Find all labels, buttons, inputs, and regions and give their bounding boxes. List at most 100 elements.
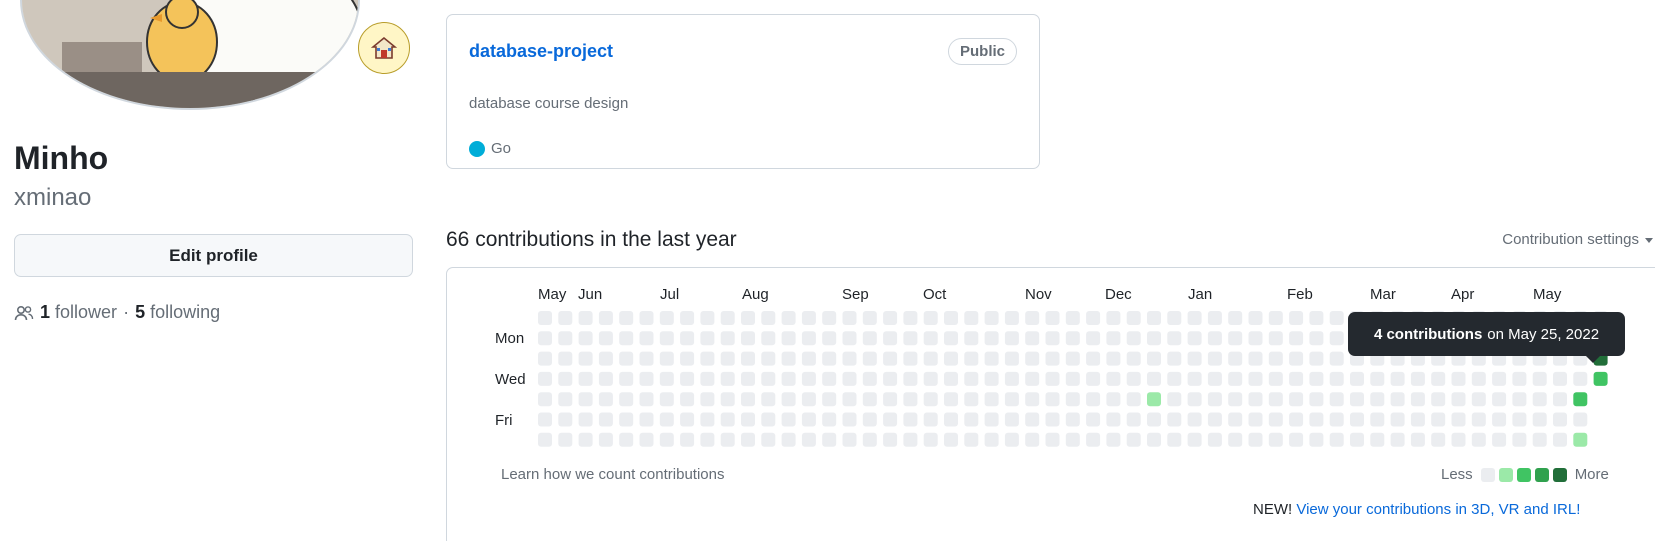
contribution-day-cell[interactable]	[842, 311, 857, 325]
contribution-day-cell[interactable]	[944, 371, 958, 386]
contribution-day-cell[interactable]	[1370, 392, 1385, 407]
contribution-day-cell[interactable]	[1167, 351, 1182, 366]
contribution-day-cell[interactable]	[1573, 392, 1588, 407]
contribution-day-cell[interactable]	[781, 311, 796, 325]
contribution-day-cell[interactable]	[842, 371, 857, 386]
contribution-day-cell[interactable]	[862, 371, 877, 386]
contribution-day-cell[interactable]	[1106, 432, 1121, 447]
contribution-day-cell[interactable]	[720, 371, 735, 386]
contribution-day-cell[interactable]	[1167, 311, 1182, 325]
contribution-day-cell[interactable]	[1553, 432, 1567, 447]
contribution-day-cell[interactable]	[781, 432, 796, 447]
contribution-day-cell[interactable]	[1431, 412, 1446, 427]
contribution-day-cell[interactable]	[1309, 392, 1324, 407]
contribution-day-cell[interactable]	[1025, 412, 1040, 427]
contribution-day-cell[interactable]	[1492, 412, 1507, 427]
contribution-day-cell[interactable]	[923, 351, 938, 366]
contribution-day-cell[interactable]	[1025, 331, 1040, 346]
contribution-day-cell[interactable]	[700, 412, 715, 427]
contribution-day-cell[interactable]	[1512, 432, 1527, 447]
contribution-day-cell[interactable]	[741, 331, 755, 346]
contribution-day-cell[interactable]	[1004, 311, 1019, 325]
contribution-day-cell[interactable]	[1431, 392, 1446, 407]
contribution-day-cell[interactable]	[822, 311, 837, 325]
contribution-day-cell[interactable]	[1329, 371, 1344, 386]
contribution-day-cell[interactable]	[964, 351, 979, 366]
contribution-day-cell[interactable]	[761, 432, 776, 447]
contribution-day-cell[interactable]	[700, 432, 715, 447]
contribution-day-cell[interactable]	[1086, 371, 1101, 386]
contribution-day-cell[interactable]	[964, 371, 979, 386]
contribution-day-cell[interactable]	[578, 412, 593, 427]
contribution-day-cell[interactable]	[1004, 432, 1019, 447]
contribution-day-cell[interactable]	[862, 432, 877, 447]
contribution-day-cell[interactable]	[700, 392, 715, 407]
contribution-day-cell[interactable]	[1553, 371, 1567, 386]
contribution-day-cell[interactable]	[1309, 311, 1324, 325]
contribution-day-cell[interactable]	[964, 331, 979, 346]
contribution-day-cell[interactable]	[1187, 351, 1202, 366]
contribution-day-cell[interactable]	[1086, 331, 1101, 346]
contribution-day-cell[interactable]	[558, 331, 573, 346]
contribution-day-cell[interactable]	[923, 331, 938, 346]
contribution-day-cell[interactable]	[1147, 412, 1161, 427]
contribution-day-cell[interactable]	[1512, 412, 1527, 427]
contribution-day-cell[interactable]	[619, 311, 634, 325]
contribution-day-cell[interactable]	[1004, 392, 1019, 407]
contribution-day-cell[interactable]	[680, 432, 695, 447]
contribution-day-cell[interactable]	[1025, 392, 1040, 407]
contribution-day-cell[interactable]	[700, 371, 715, 386]
contribution-day-cell[interactable]	[1126, 392, 1141, 407]
contribution-day-cell[interactable]	[1065, 351, 1080, 366]
contribution-day-cell[interactable]	[659, 412, 674, 427]
contribution-day-cell[interactable]	[538, 311, 552, 325]
contribution-day-cell[interactable]	[1147, 351, 1161, 366]
contribution-day-cell[interactable]	[1167, 371, 1182, 386]
contribution-day-cell[interactable]	[1289, 331, 1304, 346]
contribution-day-cell[interactable]	[944, 331, 958, 346]
contribution-day-cell[interactable]	[1126, 351, 1141, 366]
contribution-day-cell[interactable]	[741, 351, 755, 366]
contribution-day-cell[interactable]	[1126, 331, 1141, 346]
contribution-day-cell[interactable]	[680, 331, 695, 346]
contribution-day-cell[interactable]	[761, 371, 776, 386]
contribution-day-cell[interactable]	[1045, 412, 1060, 427]
contribution-day-cell[interactable]	[619, 432, 634, 447]
contribution-day-cell[interactable]	[1045, 311, 1060, 325]
contribution-day-cell[interactable]	[558, 311, 573, 325]
contribution-day-cell[interactable]	[842, 432, 857, 447]
contribution-day-cell[interactable]	[984, 412, 999, 427]
contribution-day-cell[interactable]	[680, 351, 695, 366]
contribution-day-cell[interactable]	[1471, 371, 1486, 386]
contribution-day-cell[interactable]	[700, 331, 715, 346]
contribution-day-cell[interactable]	[1106, 351, 1121, 366]
contribution-day-cell[interactable]	[1004, 331, 1019, 346]
contribution-day-cell[interactable]	[1228, 412, 1243, 427]
contribution-day-cell[interactable]	[1268, 392, 1283, 407]
contribution-day-cell[interactable]	[1086, 351, 1101, 366]
contribution-day-cell[interactable]	[944, 432, 958, 447]
contribution-day-cell[interactable]	[923, 311, 938, 325]
contribution-day-cell[interactable]	[1492, 432, 1507, 447]
contribution-day-cell[interactable]	[801, 311, 816, 325]
contribution-day-cell[interactable]	[944, 351, 958, 366]
contribution-day-cell[interactable]	[964, 412, 979, 427]
contribution-day-cell[interactable]	[700, 351, 715, 366]
contribution-day-cell[interactable]	[538, 432, 552, 447]
contribution-day-cell[interactable]	[578, 311, 593, 325]
contribution-day-cell[interactable]	[1228, 432, 1243, 447]
contribution-day-cell[interactable]	[1187, 371, 1202, 386]
contribution-day-cell[interactable]	[700, 311, 715, 325]
contribution-day-cell[interactable]	[984, 392, 999, 407]
contribution-day-cell[interactable]	[842, 412, 857, 427]
contribution-day-cell[interactable]	[639, 432, 654, 447]
contribution-day-cell[interactable]	[761, 412, 776, 427]
contribution-day-cell[interactable]	[1471, 412, 1486, 427]
contribution-day-cell[interactable]	[1431, 371, 1446, 386]
contribution-day-cell[interactable]	[1187, 311, 1202, 325]
contribution-day-cell[interactable]	[1025, 371, 1040, 386]
contribution-day-cell[interactable]	[1329, 392, 1344, 407]
contribution-day-cell[interactable]	[1167, 412, 1182, 427]
contribution-day-cell[interactable]	[964, 432, 979, 447]
contribution-day-cell[interactable]	[903, 311, 918, 325]
